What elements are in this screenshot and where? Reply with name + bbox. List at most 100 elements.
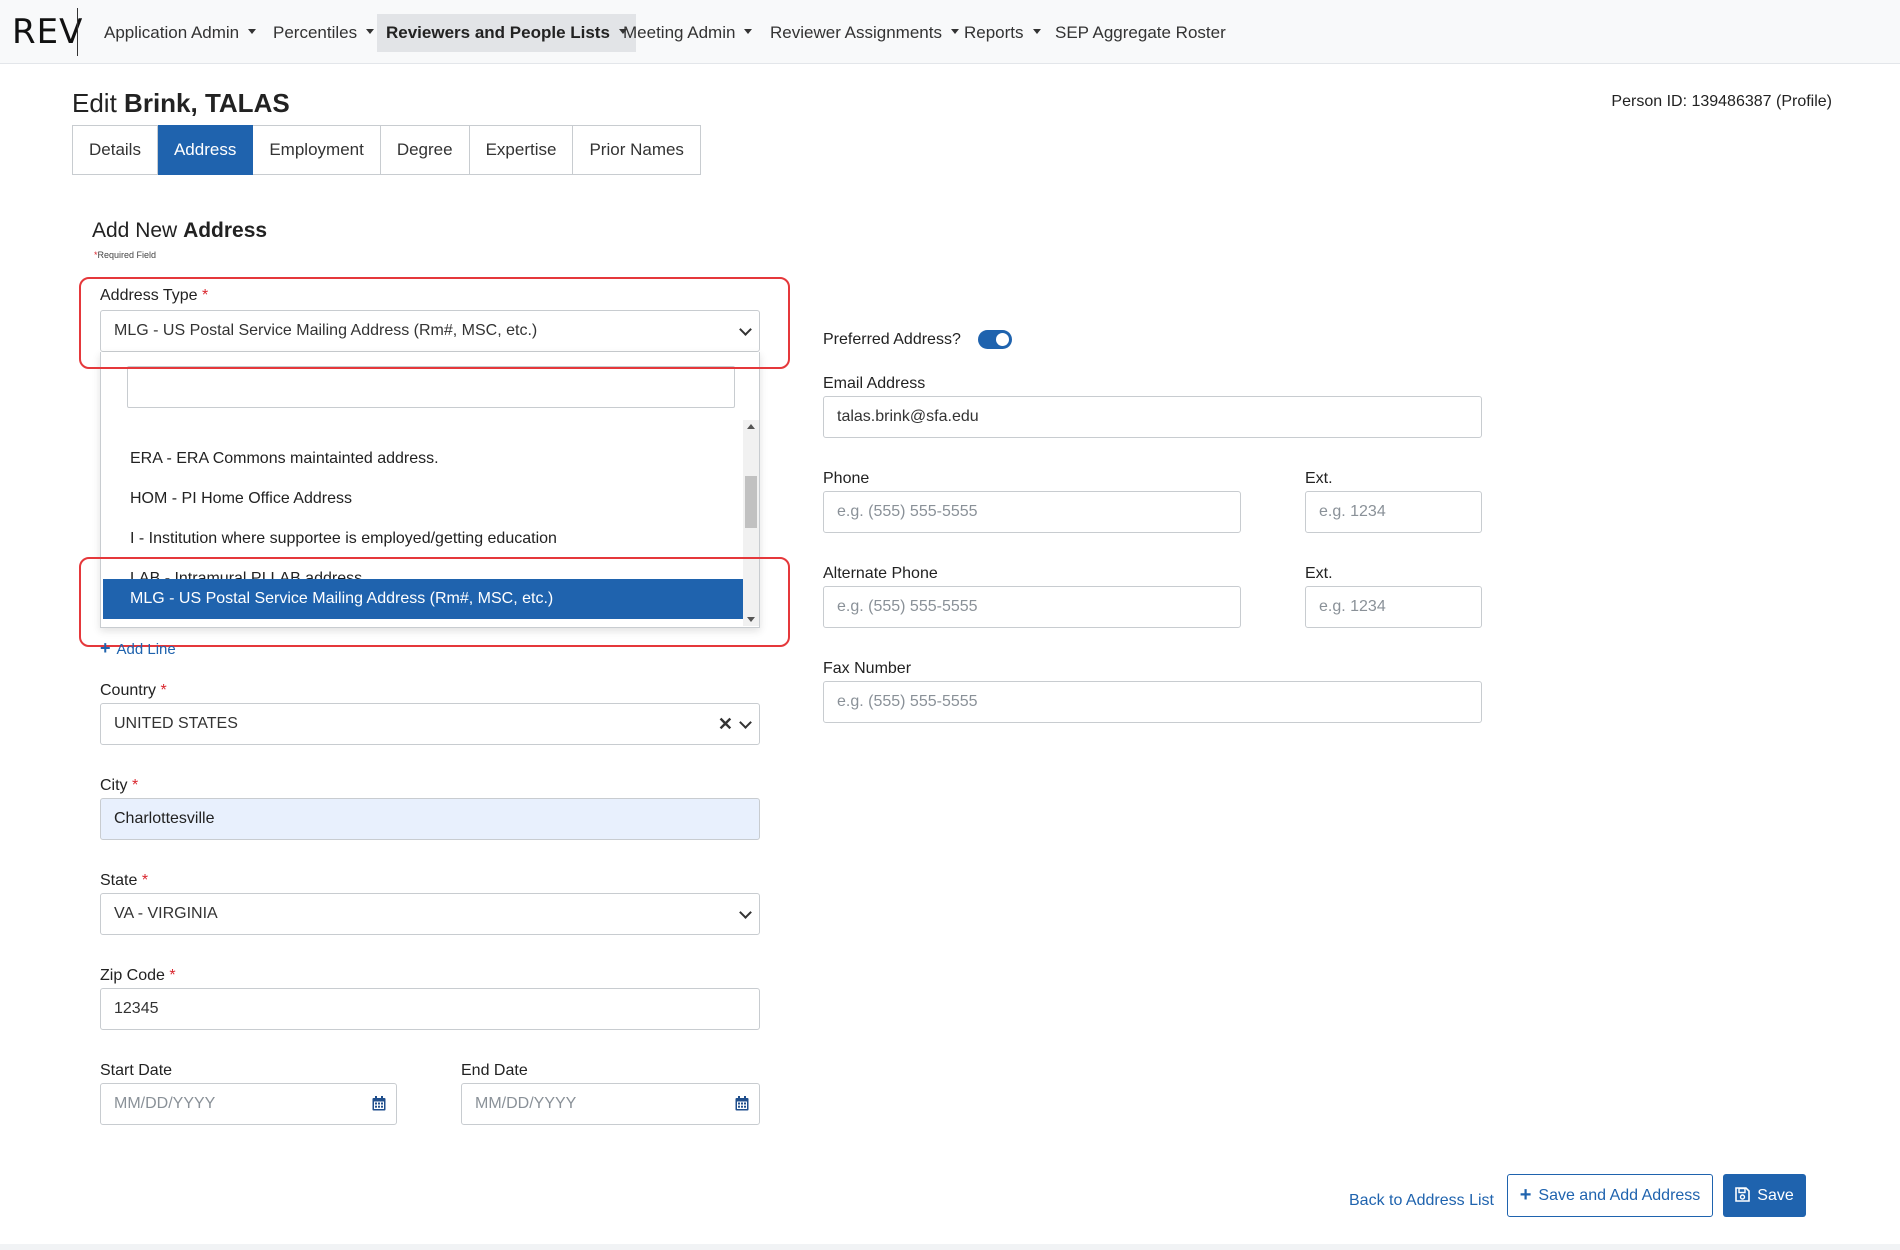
end-date-label: End Date bbox=[461, 1062, 528, 1079]
start-date-label: Start Date bbox=[100, 1062, 173, 1079]
end-date-placeholder: MM/DD/YYYY bbox=[475, 1095, 577, 1112]
clear-icon[interactable]: ✕ bbox=[718, 712, 733, 736]
dropdown-option[interactable]: HOM - PI Home Office Address bbox=[103, 479, 743, 519]
brand-logo[interactable]: REV bbox=[12, 12, 83, 52]
nav-label: SEP Aggregate Roster bbox=[1055, 23, 1226, 42]
start-date-placeholder: MM/DD/YYYY bbox=[114, 1095, 216, 1112]
highlight-box-select bbox=[79, 277, 790, 369]
nav-sep-aggregate-roster[interactable]: SEP Aggregate Roster bbox=[1046, 14, 1235, 52]
tab-prior-names[interactable]: Prior Names bbox=[573, 125, 701, 175]
required-field-note: *Required Field bbox=[94, 250, 156, 260]
alternate-ext-input[interactable]: e.g. 1234 bbox=[1305, 586, 1482, 628]
tab-degree[interactable]: Degree bbox=[380, 125, 470, 175]
required-asterisk: * bbox=[160, 682, 167, 699]
person-id-link[interactable]: Person ID: 139486387 (Profile) bbox=[1611, 93, 1832, 111]
nav-label: Meeting Admin bbox=[623, 23, 736, 42]
nav-label: Application Admin bbox=[104, 23, 240, 42]
nav-percentiles[interactable]: Percentiles bbox=[264, 14, 383, 52]
scroll-up-icon[interactable] bbox=[747, 424, 755, 429]
save-floppy-icon bbox=[1735, 1187, 1751, 1202]
tab-details[interactable]: Details bbox=[72, 125, 158, 175]
brand-divider bbox=[77, 8, 78, 56]
alternate-phone-input[interactable]: e.g. (555) 555-5555 bbox=[823, 586, 1241, 628]
section-title-bold: Address bbox=[183, 219, 268, 242]
save-and-add-address-button[interactable]: + Save and Add Address bbox=[1507, 1174, 1713, 1217]
select-value: UNITED STATES bbox=[114, 715, 238, 732]
button-label: Save bbox=[1757, 1187, 1794, 1204]
page-title: Edit Brink, TALAS bbox=[72, 88, 290, 119]
fax-label: Fax Number bbox=[823, 660, 912, 677]
phone-ext-input[interactable]: e.g. 1234 bbox=[1305, 491, 1482, 533]
phone-input[interactable]: e.g. (555) 555-5555 bbox=[823, 491, 1241, 533]
select-value: VA - VIRGINIA bbox=[114, 905, 218, 922]
edit-tabs: Details Address Employment Degree Expert… bbox=[72, 125, 701, 175]
preferred-address-toggle[interactable] bbox=[978, 330, 1012, 349]
fax-input[interactable]: e.g. (555) 555-5555 bbox=[823, 681, 1482, 723]
phone-label: Phone bbox=[823, 470, 870, 487]
chevron-down-icon bbox=[739, 906, 752, 919]
nav-application-admin[interactable]: Application Admin bbox=[95, 14, 265, 52]
chevron-down-icon bbox=[739, 716, 752, 729]
plus-icon: + bbox=[1519, 1184, 1532, 1206]
caret-down-icon bbox=[744, 29, 753, 35]
nav-reviewer-assignments[interactable]: Reviewer Assignments bbox=[761, 14, 968, 52]
email-label: Email Address bbox=[823, 375, 926, 392]
nav-label: Percentiles bbox=[273, 23, 358, 42]
state-label: State * bbox=[100, 872, 148, 890]
label-text: Country bbox=[100, 682, 157, 699]
section-title-prefix: Add New bbox=[92, 219, 178, 242]
alternate-ext-label: Ext. bbox=[1305, 565, 1333, 582]
required-note-text: Required Field bbox=[97, 250, 157, 260]
nav-meeting-admin[interactable]: Meeting Admin bbox=[614, 14, 761, 52]
label-text: City bbox=[100, 777, 128, 794]
phone-ext-label: Ext. bbox=[1305, 470, 1333, 487]
start-date-input[interactable]: MM/DD/YYYY bbox=[100, 1083, 397, 1125]
preferred-address-label: Preferred Address? bbox=[823, 331, 961, 348]
calendar-icon[interactable] bbox=[735, 1096, 749, 1111]
caret-down-icon bbox=[1032, 29, 1041, 35]
label-text: State bbox=[100, 872, 138, 889]
save-button[interactable]: Save bbox=[1723, 1174, 1806, 1217]
required-asterisk: * bbox=[132, 777, 139, 794]
caret-down-icon bbox=[248, 29, 257, 35]
footer-bar bbox=[0, 1244, 1900, 1250]
add-line-link[interactable]: + Add Line bbox=[100, 638, 176, 659]
add-line-label: Add Line bbox=[116, 641, 176, 658]
zip-input[interactable]: 12345 bbox=[100, 988, 760, 1030]
dropdown-option[interactable]: I - Institution where supportee is emplo… bbox=[103, 519, 743, 559]
dropdown-search-input[interactable] bbox=[127, 366, 735, 408]
person-name: Brink, TALAS bbox=[124, 88, 290, 118]
end-date-input[interactable]: MM/DD/YYYY bbox=[461, 1083, 760, 1125]
country-label: Country * bbox=[100, 682, 167, 700]
tab-employment[interactable]: Employment bbox=[253, 125, 381, 175]
nav-label: Reviewers and People Lists bbox=[386, 23, 610, 42]
dropdown-option[interactable]: ERA - ERA Commons maintainted address. bbox=[103, 439, 743, 479]
city-input[interactable]: Charlottesville bbox=[100, 798, 760, 840]
nav-label: Reviewer Assignments bbox=[770, 23, 942, 42]
button-label: Save and Add Address bbox=[1538, 1187, 1701, 1204]
nav-reviewers-people-lists[interactable]: Reviewers and People Lists bbox=[377, 14, 636, 52]
tab-address[interactable]: Address bbox=[157, 125, 254, 175]
toggle-knob bbox=[996, 333, 1009, 346]
back-to-address-list-link[interactable]: Back to Address List bbox=[1349, 1192, 1494, 1210]
zip-label: Zip Code * bbox=[100, 967, 176, 985]
required-asterisk: * bbox=[169, 967, 176, 984]
nav-reports[interactable]: Reports bbox=[955, 14, 1050, 52]
required-asterisk: * bbox=[141, 872, 149, 889]
plus-icon: + bbox=[100, 638, 111, 658]
section-title: Add New Address bbox=[92, 219, 267, 243]
top-navbar: REV Application Admin Percentiles Review… bbox=[0, 0, 1900, 64]
alternate-phone-label: Alternate Phone bbox=[823, 565, 938, 582]
email-input[interactable]: talas.brink@sfa.edu bbox=[823, 396, 1482, 438]
tab-expertise[interactable]: Expertise bbox=[469, 125, 574, 175]
country-select[interactable]: UNITED STATES ✕ bbox=[100, 703, 760, 745]
caret-down-icon bbox=[366, 29, 375, 35]
label-text: Zip Code bbox=[100, 967, 165, 984]
state-select[interactable]: VA - VIRGINIA bbox=[100, 893, 760, 935]
city-label: City * bbox=[100, 777, 138, 795]
highlight-box-option bbox=[79, 557, 790, 647]
scrollbar-thumb[interactable] bbox=[745, 476, 757, 528]
page-title-prefix: Edit bbox=[72, 88, 117, 118]
calendar-icon[interactable] bbox=[372, 1096, 386, 1111]
nav-label: Reports bbox=[964, 23, 1024, 42]
